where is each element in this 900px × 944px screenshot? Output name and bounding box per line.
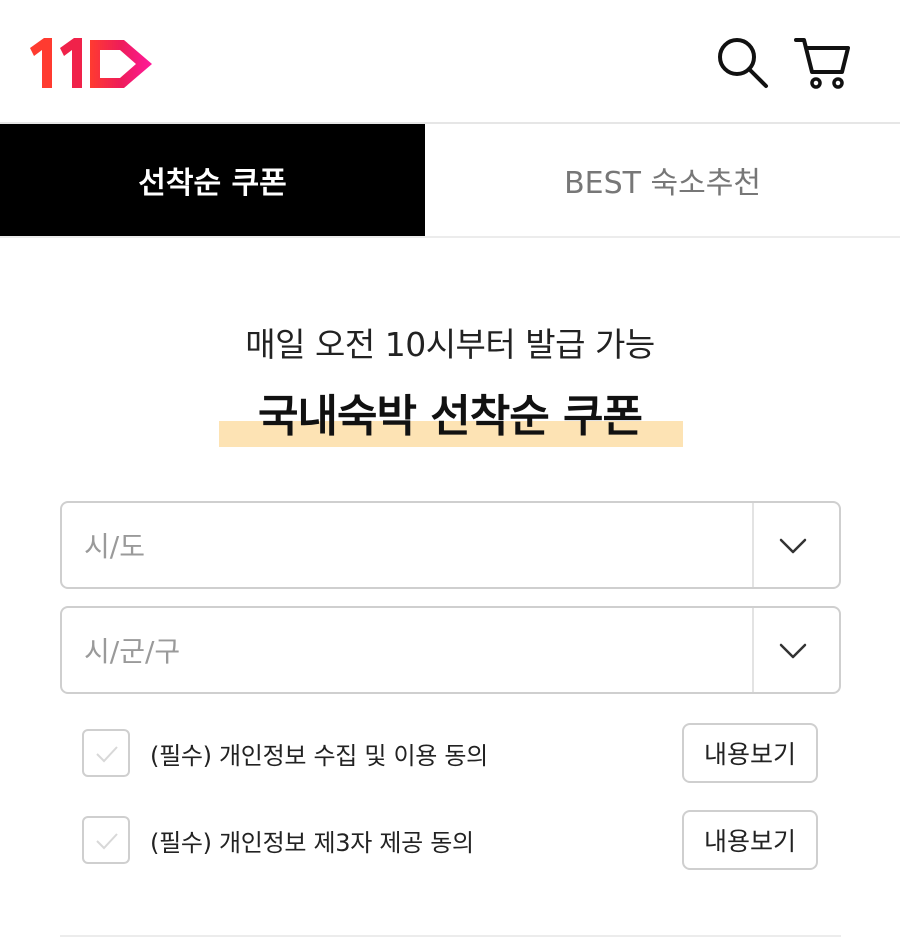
11st-logo[interactable] [28,34,156,92]
section-divider [60,935,841,937]
cart-icon[interactable] [792,32,852,92]
search-icon[interactable] [712,32,772,92]
district-select[interactable]: 시/군/구 [60,606,841,694]
tab-first-come-coupon[interactable]: 선착순 쿠폰 [0,124,425,236]
district-select-placeholder: 시/군/구 [84,635,181,668]
third-party-label: (필수) 개인정보 제3자 제공 동의 [150,828,474,857]
chevron-down-icon [779,538,807,554]
select-divider [752,608,754,692]
header [0,0,900,124]
privacy-collection-checkbox[interactable] [82,729,130,777]
view-third-party-button[interactable]: 내용보기 [682,810,818,870]
third-party-checkbox[interactable] [82,816,130,864]
tab-bar: 선착순 쿠폰 BEST 숙소추천 [0,124,900,238]
tab-best-lodging[interactable]: BEST 숙소추천 [425,124,900,236]
view-privacy-collection-button[interactable]: 내용보기 [682,723,818,783]
agreement-row-privacy-collection: (필수) 개인정보 수집 및 이용 동의 내용보기 [82,723,822,783]
region-select-placeholder: 시/도 [84,530,145,563]
promo-title: 국내숙박 선착순 쿠폰 [258,391,643,442]
chevron-down-icon [779,643,807,659]
region-select[interactable]: 시/도 [60,501,841,589]
select-divider [752,503,754,587]
agreement-row-third-party: (필수) 개인정보 제3자 제공 동의 내용보기 [82,810,822,870]
check-icon [96,833,118,850]
promo-subtitle: 매일 오전 10시부터 발급 가능 [245,325,655,364]
privacy-collection-label: (필수) 개인정보 수집 및 이용 동의 [150,741,488,770]
check-icon [96,746,118,763]
